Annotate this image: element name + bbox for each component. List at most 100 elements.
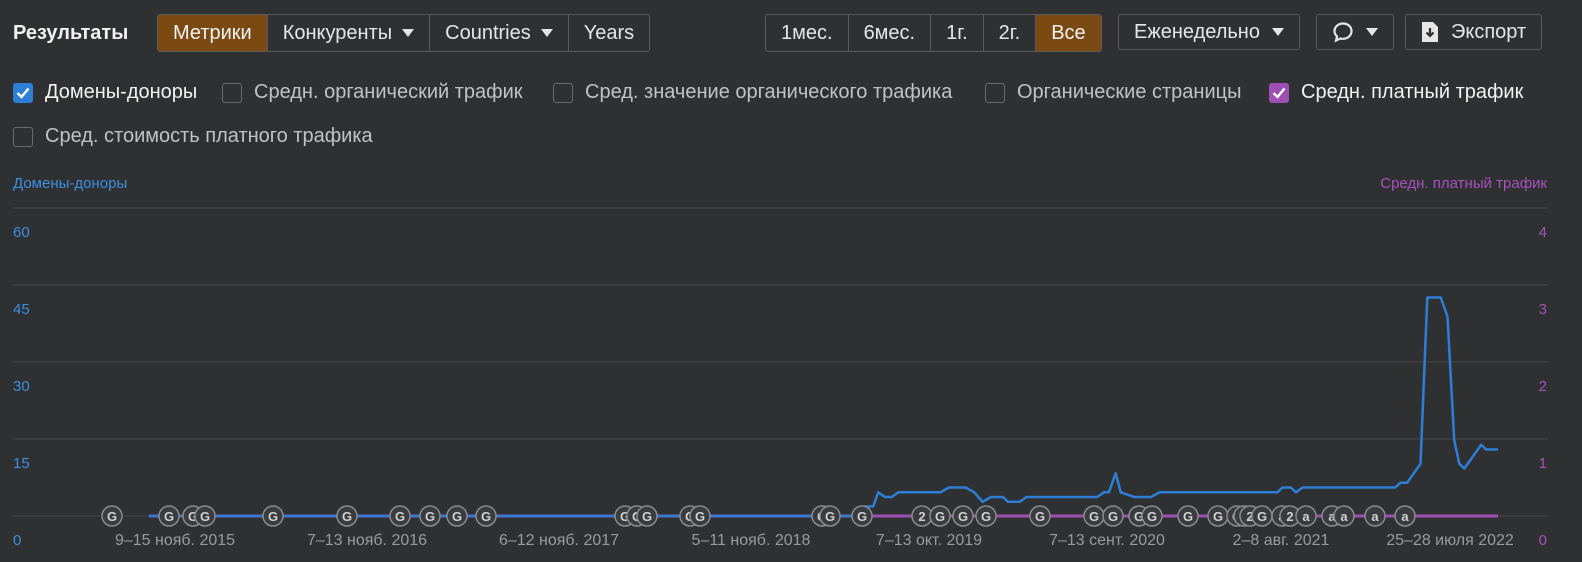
metric-label: Средн. платный трафик: [1301, 81, 1524, 103]
chevron-down-icon: [540, 29, 553, 37]
event-marker-label: G: [1147, 509, 1157, 524]
tab-countries[interactable]: Countries: [430, 15, 569, 51]
period-6m[interactable]: 6мес.: [849, 15, 932, 51]
metric-organic-traffic[interactable]: Средн. органический трафик: [222, 81, 523, 104]
event-marker-label: G: [452, 509, 462, 524]
metric-label: Органические страницы: [1017, 81, 1242, 103]
event-marker-label: G: [958, 509, 968, 524]
x-axis-tick: 7–13 сент. 2020: [1049, 532, 1165, 549]
check-icon: [16, 87, 30, 99]
chevron-down-icon: [402, 29, 415, 37]
period-tabs: 1мес. 6мес. 1г. 2г. Все: [765, 14, 1102, 52]
export-label: Экспорт: [1451, 20, 1527, 43]
x-axis-tick: 6–12 нояб. 2017: [499, 532, 619, 549]
chevron-down-icon: [1366, 28, 1378, 36]
period-1m[interactable]: 1мес.: [766, 15, 849, 51]
event-marker-label: G: [342, 509, 352, 524]
right-axis-tick: 3: [1539, 301, 1547, 318]
series-referring-domains-line: [148, 296, 1498, 518]
x-axis-tick: 9–15 нояб. 2015: [115, 532, 235, 549]
checkbox-unchecked[interactable]: [13, 126, 33, 147]
download-icon: [1422, 22, 1438, 42]
metric-paid-traffic-cost[interactable]: Сред. стоимость платного трафика: [13, 125, 373, 148]
metric-referring-domains[interactable]: Домены-доноры: [13, 81, 197, 104]
checkbox-checked[interactable]: [1269, 82, 1289, 103]
checkbox-unchecked[interactable]: [553, 82, 573, 103]
period-1y[interactable]: 1г.: [931, 15, 984, 51]
period-6m-label: 6мес.: [863, 22, 916, 44]
x-axis-tick: 5–11 нояб. 2018: [692, 532, 811, 549]
metric-organic-traffic-value[interactable]: Сред. значение органического трафика: [553, 81, 952, 104]
period-2y[interactable]: 2г.: [984, 15, 1037, 51]
event-marker-label: G: [981, 509, 991, 524]
x-axis-tick: 2–8 авг. 2021: [1233, 532, 1330, 549]
toolbar: Результаты Метрики Конкуренты Countries …: [0, 0, 1582, 66]
comment-dropdown[interactable]: [1316, 14, 1394, 50]
event-marker-label: G: [695, 509, 705, 524]
event-marker-label: a: [1340, 509, 1348, 524]
tab-competitors-label: Конкуренты: [282, 22, 393, 44]
event-marker-label: G: [164, 509, 174, 524]
event-marker-label: G: [1257, 509, 1267, 524]
event-marker-label: G: [268, 509, 278, 524]
event-marker-label: G: [425, 509, 435, 524]
event-marker-label: G: [1183, 509, 1193, 524]
right-axis-title: Средн. платный трафик: [1380, 175, 1547, 192]
event-marker-label: a: [1371, 509, 1379, 524]
check-icon: [1272, 87, 1286, 99]
event-marker-label: 2: [1286, 509, 1293, 524]
tab-years[interactable]: Years: [569, 15, 649, 51]
left-axis-tick: 45: [13, 301, 30, 318]
event-marker-label: G: [200, 509, 210, 524]
metric-organic-pages[interactable]: Органические страницы: [985, 81, 1241, 104]
left-axis-tick: 15: [13, 455, 30, 472]
export-button[interactable]: Экспорт: [1405, 14, 1543, 50]
tab-years-label: Years: [583, 22, 635, 44]
period-1y-label: 1г.: [946, 22, 968, 44]
event-marker-label: G: [395, 509, 405, 524]
tab-countries-label: Countries: [445, 22, 531, 44]
event-marker-label: G: [935, 509, 945, 524]
comment-icon: [1333, 22, 1353, 43]
period-all-label: Все: [1051, 22, 1086, 44]
event-marker-label: a: [1302, 509, 1310, 524]
checkbox-unchecked[interactable]: [985, 82, 1005, 103]
period-2y-label: 2г.: [998, 22, 1021, 44]
event-marker-label: G: [1035, 509, 1045, 524]
right-axis-tick: 2: [1539, 378, 1547, 395]
period-1m-label: 1мес.: [781, 22, 833, 44]
period-all[interactable]: Все: [1036, 15, 1101, 51]
interval-label: Еженедельно: [1134, 20, 1260, 43]
interval-dropdown[interactable]: Еженедельно: [1118, 14, 1300, 50]
event-marker-label: G: [107, 509, 117, 524]
metric-label: Сред. значение органического трафика: [585, 81, 953, 103]
event-marker-label: G: [825, 509, 835, 524]
metric-label: Домены-доноры: [45, 81, 198, 103]
event-marker-label: a: [1401, 509, 1409, 524]
tab-metrics[interactable]: Метрики: [158, 15, 268, 51]
metric-paid-traffic[interactable]: Средн. платный трафик: [1269, 81, 1523, 104]
checkbox-checked[interactable]: [13, 82, 33, 103]
left-axis-title: Домены-доноры: [13, 175, 128, 192]
left-axis-tick: 0: [13, 532, 21, 549]
view-tabs: Метрики Конкуренты Countries Years: [157, 14, 651, 52]
x-axis-tick: 7–13 окт. 2019: [876, 532, 982, 549]
checkbox-unchecked[interactable]: [222, 82, 242, 103]
right-axis-tick: 1: [1539, 455, 1547, 472]
event-marker-label: 2: [918, 509, 925, 524]
tab-metrics-label: Метрики: [173, 22, 252, 44]
event-marker-label: G: [481, 509, 491, 524]
left-axis-tick: 60: [13, 224, 30, 241]
tab-competitors[interactable]: Конкуренты: [268, 15, 431, 51]
page-title: Результаты: [13, 22, 129, 44]
event-marker-label: G: [1089, 509, 1099, 524]
chevron-down-icon: [1271, 28, 1284, 36]
event-marker-label: G: [1213, 509, 1223, 524]
right-axis-tick: 0: [1539, 532, 1547, 549]
x-axis-tick: 25–28 июля 2022: [1386, 532, 1514, 549]
event-marker-label: G: [857, 509, 867, 524]
left-axis-tick: 30: [13, 378, 30, 395]
event-marker-label: G: [1108, 509, 1118, 524]
metric-label: Средн. органический трафик: [254, 81, 523, 103]
line-chart: 60 45 30 15 0 4 3 2 1 0 9–15 нояб. 2015 7–13 нояб. …: [13, 207, 1548, 549]
